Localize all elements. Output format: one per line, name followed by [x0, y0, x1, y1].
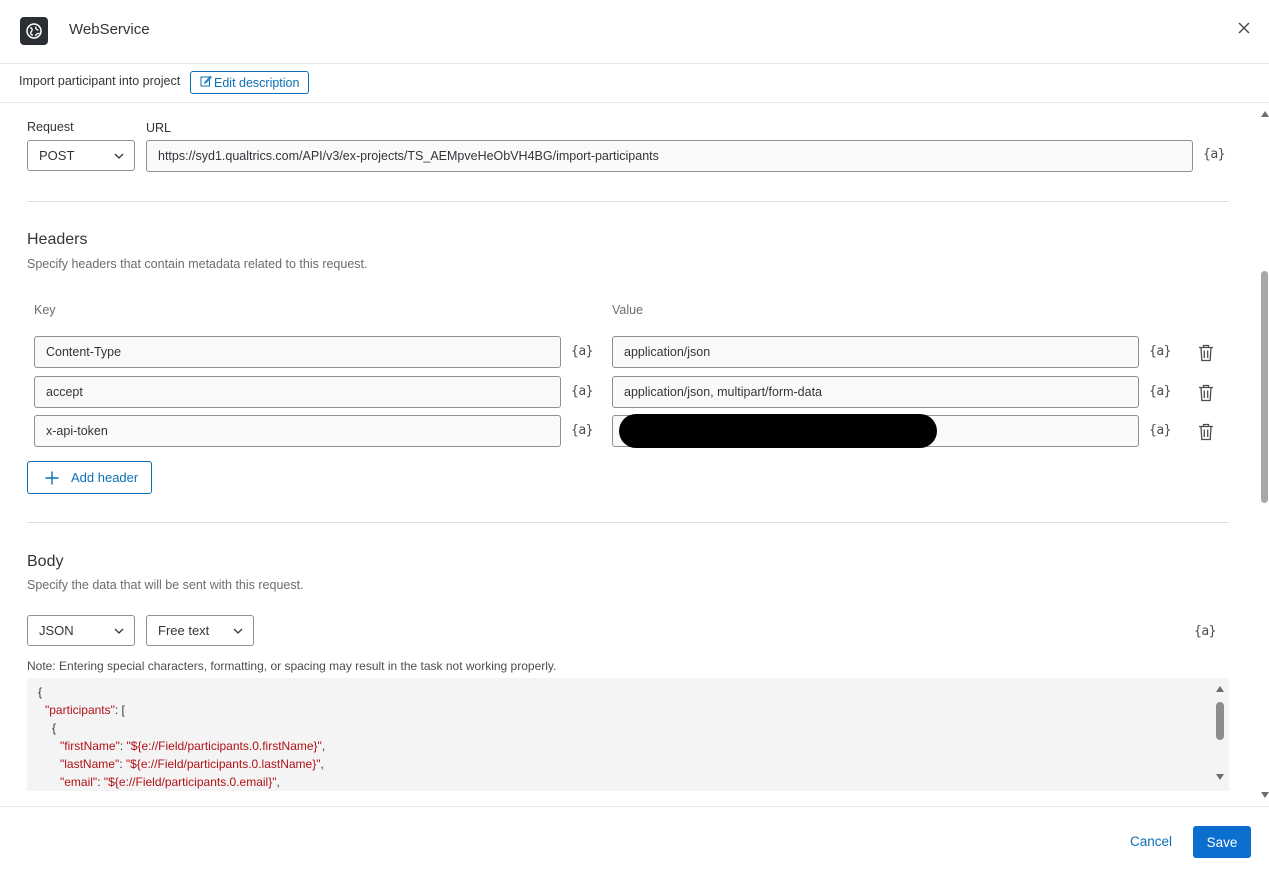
cancel-button[interactable]: Cancel	[1118, 826, 1184, 857]
divider	[27, 522, 1229, 523]
request-label: Request	[27, 120, 74, 134]
headers-subtitle: Specify headers that contain metadata re…	[27, 257, 368, 271]
piped-text-key-button[interactable]: {a}	[571, 423, 593, 438]
trash-icon[interactable]	[1198, 344, 1214, 362]
piped-text-key-button[interactable]: {a}	[571, 384, 593, 399]
save-button[interactable]: Save	[1193, 826, 1251, 858]
piped-text-url-button[interactable]: {a}	[1203, 147, 1225, 162]
headers-title: Headers	[27, 231, 88, 248]
piped-text-key-button[interactable]: {a}	[571, 344, 593, 359]
code-line: {	[52, 721, 57, 735]
chevron-down-icon	[114, 628, 124, 634]
header-value: application/json	[624, 345, 711, 359]
plus-icon	[45, 471, 59, 484]
webservice-icon	[20, 17, 48, 45]
task-description: Import participant into project	[19, 74, 181, 88]
dialog-title: WebService	[69, 21, 150, 38]
main-scrollbar[interactable]	[1259, 103, 1269, 806]
piped-text-value-button[interactable]: {a}	[1149, 344, 1171, 359]
header-key-value: Content-Type	[46, 345, 122, 359]
request-method-select[interactable]: POST	[27, 140, 135, 171]
header-value: application/json, multipart/form-data	[624, 385, 823, 399]
header-key-input[interactable]: Content-Type	[34, 336, 561, 368]
scroll-down-arrow[interactable]	[1261, 792, 1269, 798]
scrollbar-thumb[interactable]	[1261, 271, 1268, 503]
divider	[27, 201, 1229, 202]
code-line: "email": "${e://Field/participants.0.ema…	[60, 775, 280, 789]
dialog-header: WebService	[0, 0, 1269, 64]
task-form[interactable]: Request URL POST https://syd1.qualtrics.…	[0, 103, 1269, 806]
add-header-button[interactable]: Add header	[27, 461, 152, 494]
url-input[interactable]: https://syd1.qualtrics.com/API/v3/ex-pro…	[146, 140, 1193, 172]
code-line: {	[38, 685, 43, 699]
header-key-value: x-api-token	[46, 424, 108, 438]
header-key-value: accept	[46, 385, 83, 399]
body-code-editor[interactable]: { "participants": [ { "firstName": "${e:…	[27, 678, 1229, 791]
body-title: Body	[27, 553, 64, 570]
code-line: "participants": [	[45, 703, 125, 717]
body-note: Note: Entering special characters, forma…	[27, 659, 557, 673]
close-icon[interactable]	[1232, 16, 1256, 40]
code-scroll-down-arrow[interactable]	[1216, 774, 1224, 780]
description-bar: Import participant into project Edit des…	[0, 64, 1269, 103]
body-mode-select[interactable]: Free text	[146, 615, 254, 646]
chevron-down-icon	[233, 628, 243, 634]
body-format-value: JSON	[39, 623, 74, 638]
chevron-down-icon	[114, 153, 124, 159]
header-key-input[interactable]: accept	[34, 376, 561, 408]
header-value-input[interactable]: application/json, multipart/form-data	[612, 376, 1139, 408]
code-scroll-up-arrow[interactable]	[1216, 686, 1224, 692]
piped-text-value-button[interactable]: {a}	[1149, 423, 1171, 438]
key-column-label: Key	[34, 303, 56, 317]
edit-description-button[interactable]: Edit description	[190, 71, 310, 94]
url-label: URL	[146, 121, 172, 135]
header-value-input[interactable]: application/json	[612, 336, 1139, 368]
value-column-label: Value	[612, 303, 644, 317]
redaction-mark	[619, 414, 937, 448]
trash-icon[interactable]	[1198, 423, 1214, 441]
add-header-label: Add header	[71, 470, 139, 485]
request-method-value: POST	[39, 148, 75, 163]
code-line: "firstName": "${e://Field/participants.0…	[60, 739, 326, 753]
url-value: https://syd1.qualtrics.com/API/v3/ex-pro…	[158, 149, 659, 163]
code-scrollbar-thumb[interactable]	[1216, 702, 1224, 740]
dialog-footer: Cancel Save	[0, 806, 1269, 873]
body-subtitle: Specify the data that will be sent with …	[27, 578, 304, 592]
header-key-input[interactable]: x-api-token	[34, 415, 561, 447]
body-format-select[interactable]: JSON	[27, 615, 135, 646]
body-mode-value: Free text	[158, 623, 210, 638]
piped-text-body-button[interactable]: {a}	[1194, 624, 1216, 639]
edit-icon	[200, 75, 212, 90]
trash-icon[interactable]	[1198, 384, 1214, 402]
edit-description-label: Edit description	[214, 75, 300, 90]
scroll-up-arrow[interactable]	[1261, 111, 1269, 117]
code-line: "lastName": "${e://Field/participants.0.…	[60, 757, 324, 771]
piped-text-value-button[interactable]: {a}	[1149, 384, 1171, 399]
